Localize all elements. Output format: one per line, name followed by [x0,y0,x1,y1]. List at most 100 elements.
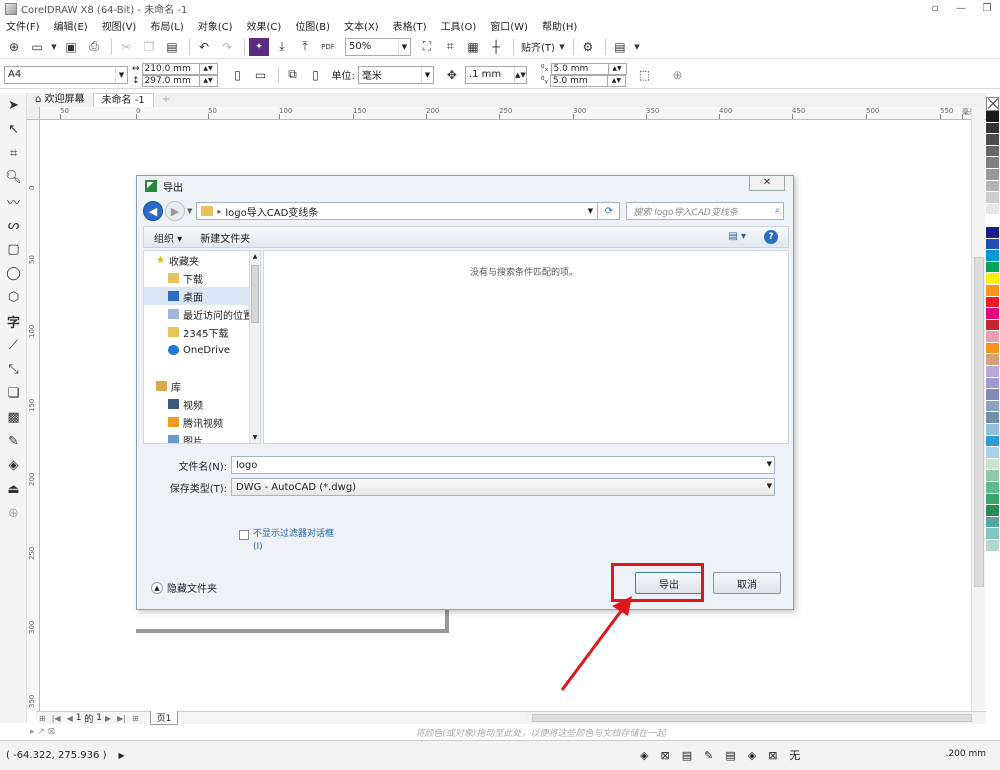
color-swatch[interactable] [986,377,999,390]
menu-window[interactable]: 窗口(W) [490,18,528,33]
rectangle-tool-icon[interactable]: ▢ [0,237,27,261]
chevron-down-icon[interactable]: ▼ [633,38,641,56]
minimize-button[interactable]: — [948,0,974,16]
scroll-down-icon[interactable]: ▼ [250,434,260,441]
dup-y-field[interactable]: 5.0 mm [549,74,608,87]
application-launcher-icon[interactable]: ▤ [610,38,630,56]
nav-item-onedrive[interactable]: OneDrive [144,341,260,359]
color-swatch[interactable] [986,424,999,436]
last-page-icon[interactable]: ▶| [117,714,126,723]
dup-x-field[interactable]: 5.0 mm [550,62,609,75]
color-swatch[interactable] [986,400,999,413]
color-swatch[interactable] [986,296,999,309]
nav-item-desktop[interactable]: 桌面 [144,287,260,305]
ellipse-tool-icon[interactable]: ◯ [0,261,27,285]
maximize-button[interactable]: ❐ [974,0,1000,16]
color-swatch[interactable] [986,238,999,251]
color-swatch[interactable] [986,319,999,332]
save-icon[interactable]: ▣ [61,38,81,56]
color-swatch[interactable] [986,111,999,123]
color-swatch[interactable] [986,458,999,471]
help-icon[interactable]: ? [764,230,778,244]
filename-input[interactable]: logo ▼ [231,456,775,474]
tab-welcome-screen[interactable]: ⌂ 欢迎屏幕 [27,93,93,107]
new-document-icon[interactable]: ⊕ [4,38,24,56]
export-icon[interactable]: ⤒ [295,38,315,56]
cut-icon[interactable]: ✂ [116,38,136,56]
hide-folders-toggle[interactable]: ▲ 隐藏文件夹 [151,580,217,595]
nav-item-libraries[interactable]: 库 [144,377,260,395]
menu-text[interactable]: 文本(X) [344,18,379,33]
menu-view[interactable]: 视图(V) [102,18,137,33]
recent-locations-dropdown-icon[interactable]: ▼ [187,207,192,215]
chevron-down-icon[interactable]: ▼ [767,482,772,490]
stroke-color-icon[interactable]: ▤ [725,749,735,762]
all-pages-icon[interactable]: ⧉ [283,66,303,84]
import-icon[interactable]: ⤓ [272,38,292,56]
horizontal-scrollbar[interactable] [526,711,986,724]
polygon-tool-icon[interactable]: ⬡ [0,285,27,309]
add-quick-customize-icon[interactable]: ⊕ [668,66,688,84]
color-swatch[interactable] [986,528,999,540]
scrollbar-thumb[interactable] [974,257,984,587]
breadcrumb-current-folder[interactable]: logo导入CAD变线条 [225,204,318,219]
ruler-origin[interactable] [27,107,40,120]
nudge-distance-field[interactable]: .1 mm ▲▼ [464,65,527,84]
address-bar[interactable]: ▸ logo导入CAD变线条 ▼ [196,202,599,220]
chevron-down-icon[interactable]: ▼ [558,38,566,56]
current-page-icon[interactable]: ▯ [306,66,326,84]
fill-picker-icon[interactable]: ▤ [682,749,692,762]
nav-item-2345-downloads[interactable]: 2345下载 [144,323,260,341]
color-swatch[interactable] [986,389,999,401]
restore-icon[interactable]: ▫ [922,0,948,16]
no-fill-icon[interactable]: ⊠ [660,749,669,762]
color-swatch[interactable] [986,168,999,181]
no-color-swatch[interactable] [986,97,999,111]
color-swatch[interactable] [986,342,999,355]
color-swatch[interactable] [986,412,999,425]
color-swatch[interactable] [986,505,999,517]
nav-item-tencent-video[interactable]: 腾讯视频 [144,413,260,431]
menu-tools[interactable]: 工具(O) [441,18,477,33]
page-border-icon[interactable]: ⬚ [635,66,655,84]
fill-bucket-icon[interactable]: ◈ [640,749,648,762]
fill-bucket-icon[interactable]: ◈ [748,749,756,762]
refresh-icon[interactable]: ⟳ [598,202,621,220]
search-content-icon[interactable]: ✦ [249,37,269,56]
color-swatch[interactable] [986,493,999,506]
color-swatch[interactable] [986,192,999,204]
color-swatch[interactable] [986,122,999,135]
shape-tool-icon[interactable]: ↖ [0,117,27,141]
vertical-scrollbar[interactable] [971,107,985,710]
copy-icon[interactable]: ❐ [139,38,159,56]
color-swatch[interactable] [986,250,999,262]
nav-item-recent-places[interactable]: 最近访问的位置 [144,305,260,323]
interactive-fill-icon[interactable]: ◈ [0,453,27,477]
drop-shadow-icon[interactable]: ❏ [0,381,27,405]
save-type-select[interactable]: DWG - AutoCAD (*.dwg) ▼ [231,478,775,496]
page-size-combo[interactable]: A4 ▼ [4,65,128,84]
organize-button[interactable]: 组织 ▾ [154,230,182,245]
search-icon[interactable]: ⌕ [775,205,781,216]
add-tool-icon[interactable]: ⊕ [0,501,27,525]
new-folder-button[interactable]: 新建文件夹 [200,230,250,245]
status-expand-icon[interactable]: ▶ [118,751,124,760]
breadcrumb-separator-icon[interactable]: ▸ [217,207,221,216]
page-height-field[interactable]: 297.0 mm [141,74,200,87]
snap-to-menu[interactable]: 贴齐(T) [521,39,555,54]
menu-edit[interactable]: 编辑(E) [54,18,88,33]
scrollbar-thumb[interactable] [532,714,972,722]
show-guidelines-icon[interactable]: ┼ [486,38,506,56]
show-grid-icon[interactable]: ▦ [463,38,483,56]
next-page-icon[interactable]: ▶ [105,714,111,723]
height-spinner[interactable]: ▲▼ [199,74,218,87]
forward-arrow-icon[interactable]: ▶ [165,201,185,221]
color-swatch[interactable] [986,284,999,297]
change-view-icon[interactable]: ▤ ▾ [728,231,746,242]
nav-item-pictures[interactable]: 图片 [144,431,260,443]
nav-item-videos[interactable]: 视频 [144,395,260,413]
paste-icon[interactable]: ▤ [162,38,182,56]
chevron-down-icon[interactable]: ▼ [767,460,772,468]
options-gear-icon[interactable]: ⚙ [578,38,598,56]
portrait-icon[interactable]: ▯ [228,66,248,84]
